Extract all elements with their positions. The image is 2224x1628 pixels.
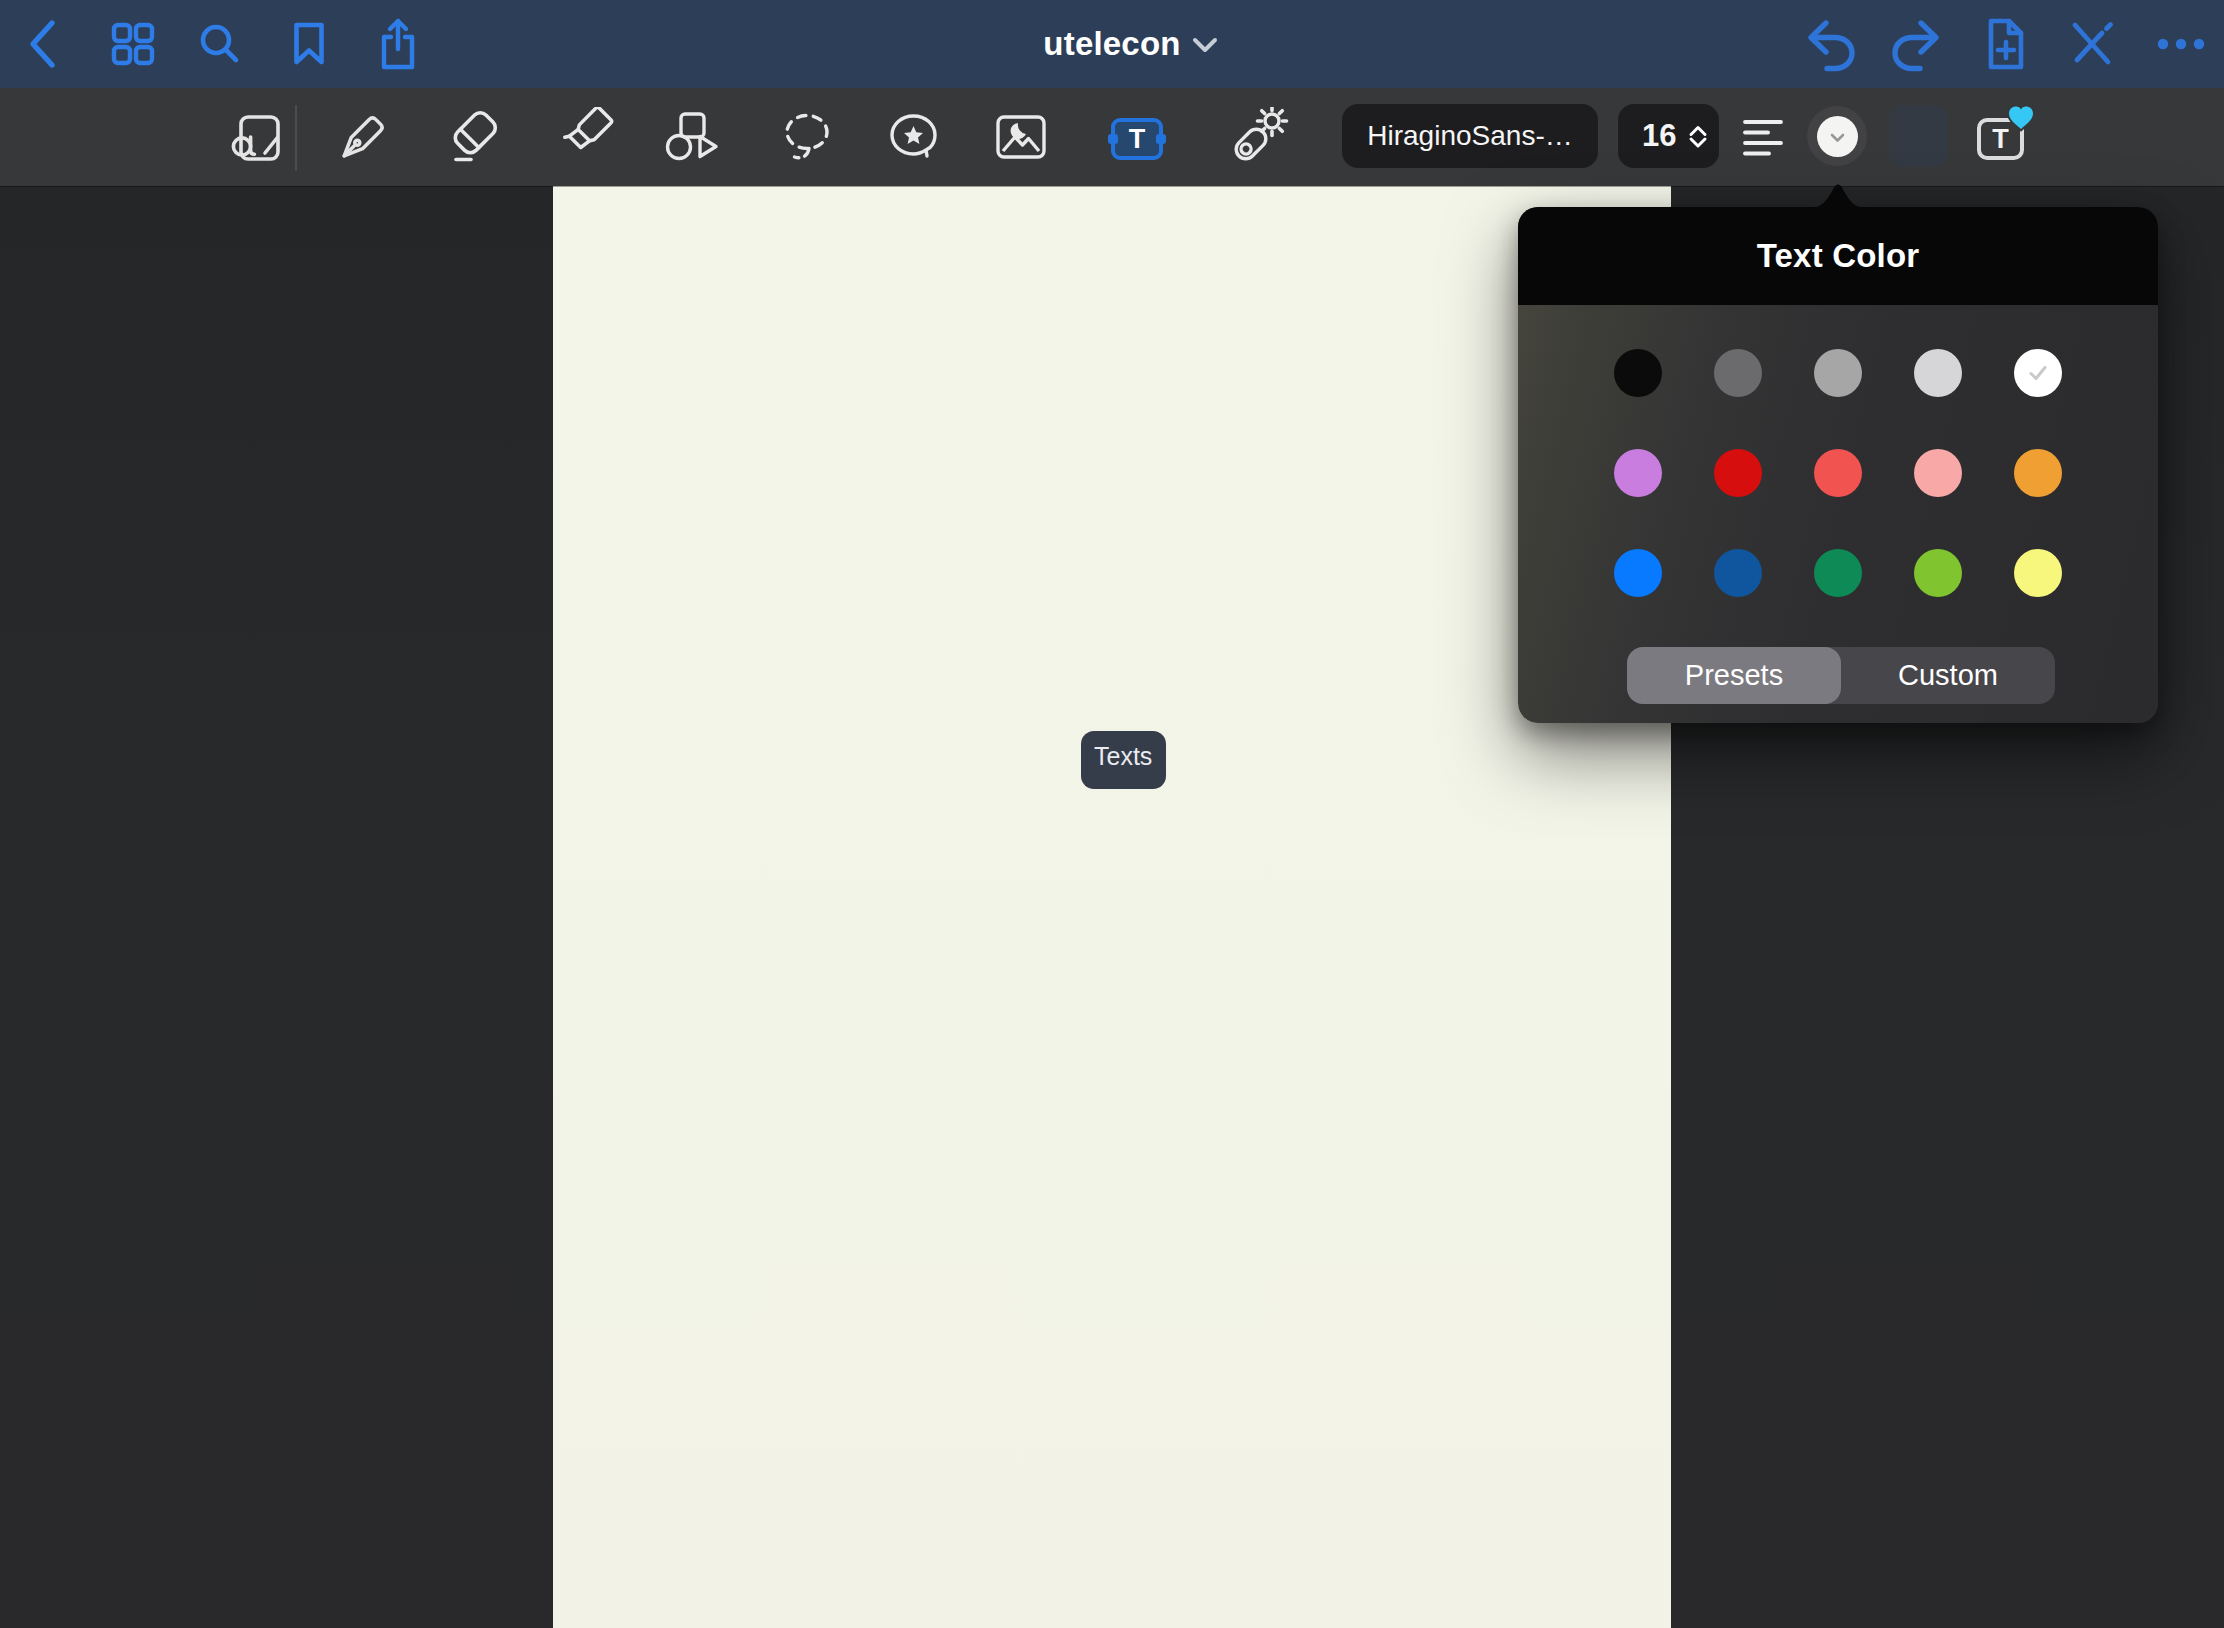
text-color-popover: Text Color PresetsCustom xyxy=(1518,207,2158,723)
thumbnails-icon xyxy=(111,22,155,66)
pen-icon xyxy=(336,107,396,167)
tool-bar: T HiraginoSans-… 16 xyxy=(0,88,2224,186)
color-swatch[interactable] xyxy=(1614,449,1662,497)
font-size-stepper[interactable]: 16 xyxy=(1618,104,1719,168)
stop-editing-icon xyxy=(2064,16,2120,72)
font-name-selector[interactable]: HiraginoSans-… xyxy=(1342,104,1598,168)
add-page-icon xyxy=(1978,16,2034,72)
text-color-button[interactable] xyxy=(1807,106,1867,166)
more-button[interactable] xyxy=(2152,0,2210,88)
popover-title: Text Color xyxy=(1757,237,1920,275)
add-page-button[interactable] xyxy=(1977,0,2035,88)
text-tool-right-handle xyxy=(1156,134,1166,144)
color-swatch[interactable] xyxy=(2014,549,2062,597)
color-swatch[interactable] xyxy=(1714,549,1762,597)
color-chevron-down-icon xyxy=(1830,133,1845,143)
text-tool-letter: T xyxy=(1129,124,1146,155)
shapes-icon xyxy=(664,107,724,167)
text-object[interactable]: Texts xyxy=(1081,731,1166,789)
back-button[interactable] xyxy=(20,0,68,88)
color-swatch[interactable] xyxy=(1914,349,1962,397)
stop-editing-button[interactable] xyxy=(2063,0,2121,88)
undo-icon xyxy=(1802,16,1858,72)
color-swatch[interactable] xyxy=(1714,349,1762,397)
color-swatch[interactable] xyxy=(1614,349,1662,397)
redo-icon xyxy=(1889,16,1945,72)
color-swatch[interactable] xyxy=(1814,549,1862,597)
lasso-icon xyxy=(777,107,837,167)
back-icon xyxy=(21,18,67,70)
shapes-tool-button[interactable] xyxy=(664,88,724,186)
laser-pointer-icon xyxy=(1230,107,1290,167)
text-object-label: Texts xyxy=(1094,742,1152,770)
color-swatch[interactable] xyxy=(1814,449,1862,497)
redo-button[interactable] xyxy=(1888,0,1946,88)
navigation-bar: utelecon xyxy=(0,0,2224,88)
align-left-icon xyxy=(1743,119,1783,157)
undo-button[interactable] xyxy=(1801,0,1859,88)
laser-pointer-tool-button[interactable] xyxy=(1230,88,1290,186)
color-swatch[interactable] xyxy=(2014,349,2062,397)
bookmark-icon xyxy=(292,22,326,66)
note-page[interactable] xyxy=(553,186,1671,1628)
tab-custom[interactable]: Custom xyxy=(1841,647,2055,704)
color-swatch[interactable] xyxy=(1814,349,1862,397)
more-icon xyxy=(2153,34,2209,54)
stepper-chevrons-icon xyxy=(1687,124,1709,150)
highlighter-icon xyxy=(555,107,615,167)
page-template-button[interactable] xyxy=(225,88,285,186)
pen-tool-button[interactable] xyxy=(336,88,396,186)
toolbar-divider xyxy=(295,105,297,171)
eraser-icon xyxy=(447,107,507,167)
share-icon xyxy=(377,15,419,73)
font-size-value: 16 xyxy=(1642,118,1676,154)
checkmark-icon xyxy=(2025,360,2051,386)
search-button[interactable] xyxy=(196,0,244,88)
dimmed-button xyxy=(1889,105,1948,167)
lasso-tool-button[interactable] xyxy=(777,88,837,186)
font-name-label: HiraginoSans-… xyxy=(1367,120,1572,152)
tab-presets[interactable]: Presets xyxy=(1627,647,1841,704)
stickers-tool-button[interactable] xyxy=(885,88,945,186)
heart-icon xyxy=(2006,104,2036,132)
popover-header: Text Color xyxy=(1518,207,2158,305)
screen: utelecon xyxy=(0,0,2224,1628)
presets-custom-segmented-control: PresetsCustom xyxy=(1627,647,2055,704)
text-tool-button-selected[interactable]: T xyxy=(1111,118,1163,160)
eraser-tool-button[interactable] xyxy=(447,88,507,186)
text-tool-left-handle xyxy=(1108,134,1118,144)
document-title-label: utelecon xyxy=(1043,25,1180,63)
text-color-current xyxy=(1817,116,1858,157)
highlighter-tool-button[interactable] xyxy=(555,88,615,186)
bookmark-button[interactable] xyxy=(290,0,328,88)
search-icon xyxy=(198,22,242,66)
image-tool-button[interactable] xyxy=(991,88,1051,186)
share-button[interactable] xyxy=(376,0,420,88)
stickers-icon xyxy=(885,107,945,167)
color-swatch[interactable] xyxy=(1614,549,1662,597)
popover-arrow xyxy=(1810,180,1866,208)
thumbnails-button[interactable] xyxy=(110,0,156,88)
color-swatch[interactable] xyxy=(1914,549,1962,597)
title-chevron-down-icon xyxy=(1192,37,1218,53)
color-swatch[interactable] xyxy=(2014,449,2062,497)
page-template-icon xyxy=(225,107,285,167)
color-swatch[interactable] xyxy=(1914,449,1962,497)
color-swatch[interactable] xyxy=(1714,449,1762,497)
image-icon xyxy=(991,107,1051,167)
text-align-button[interactable] xyxy=(1743,119,1783,157)
